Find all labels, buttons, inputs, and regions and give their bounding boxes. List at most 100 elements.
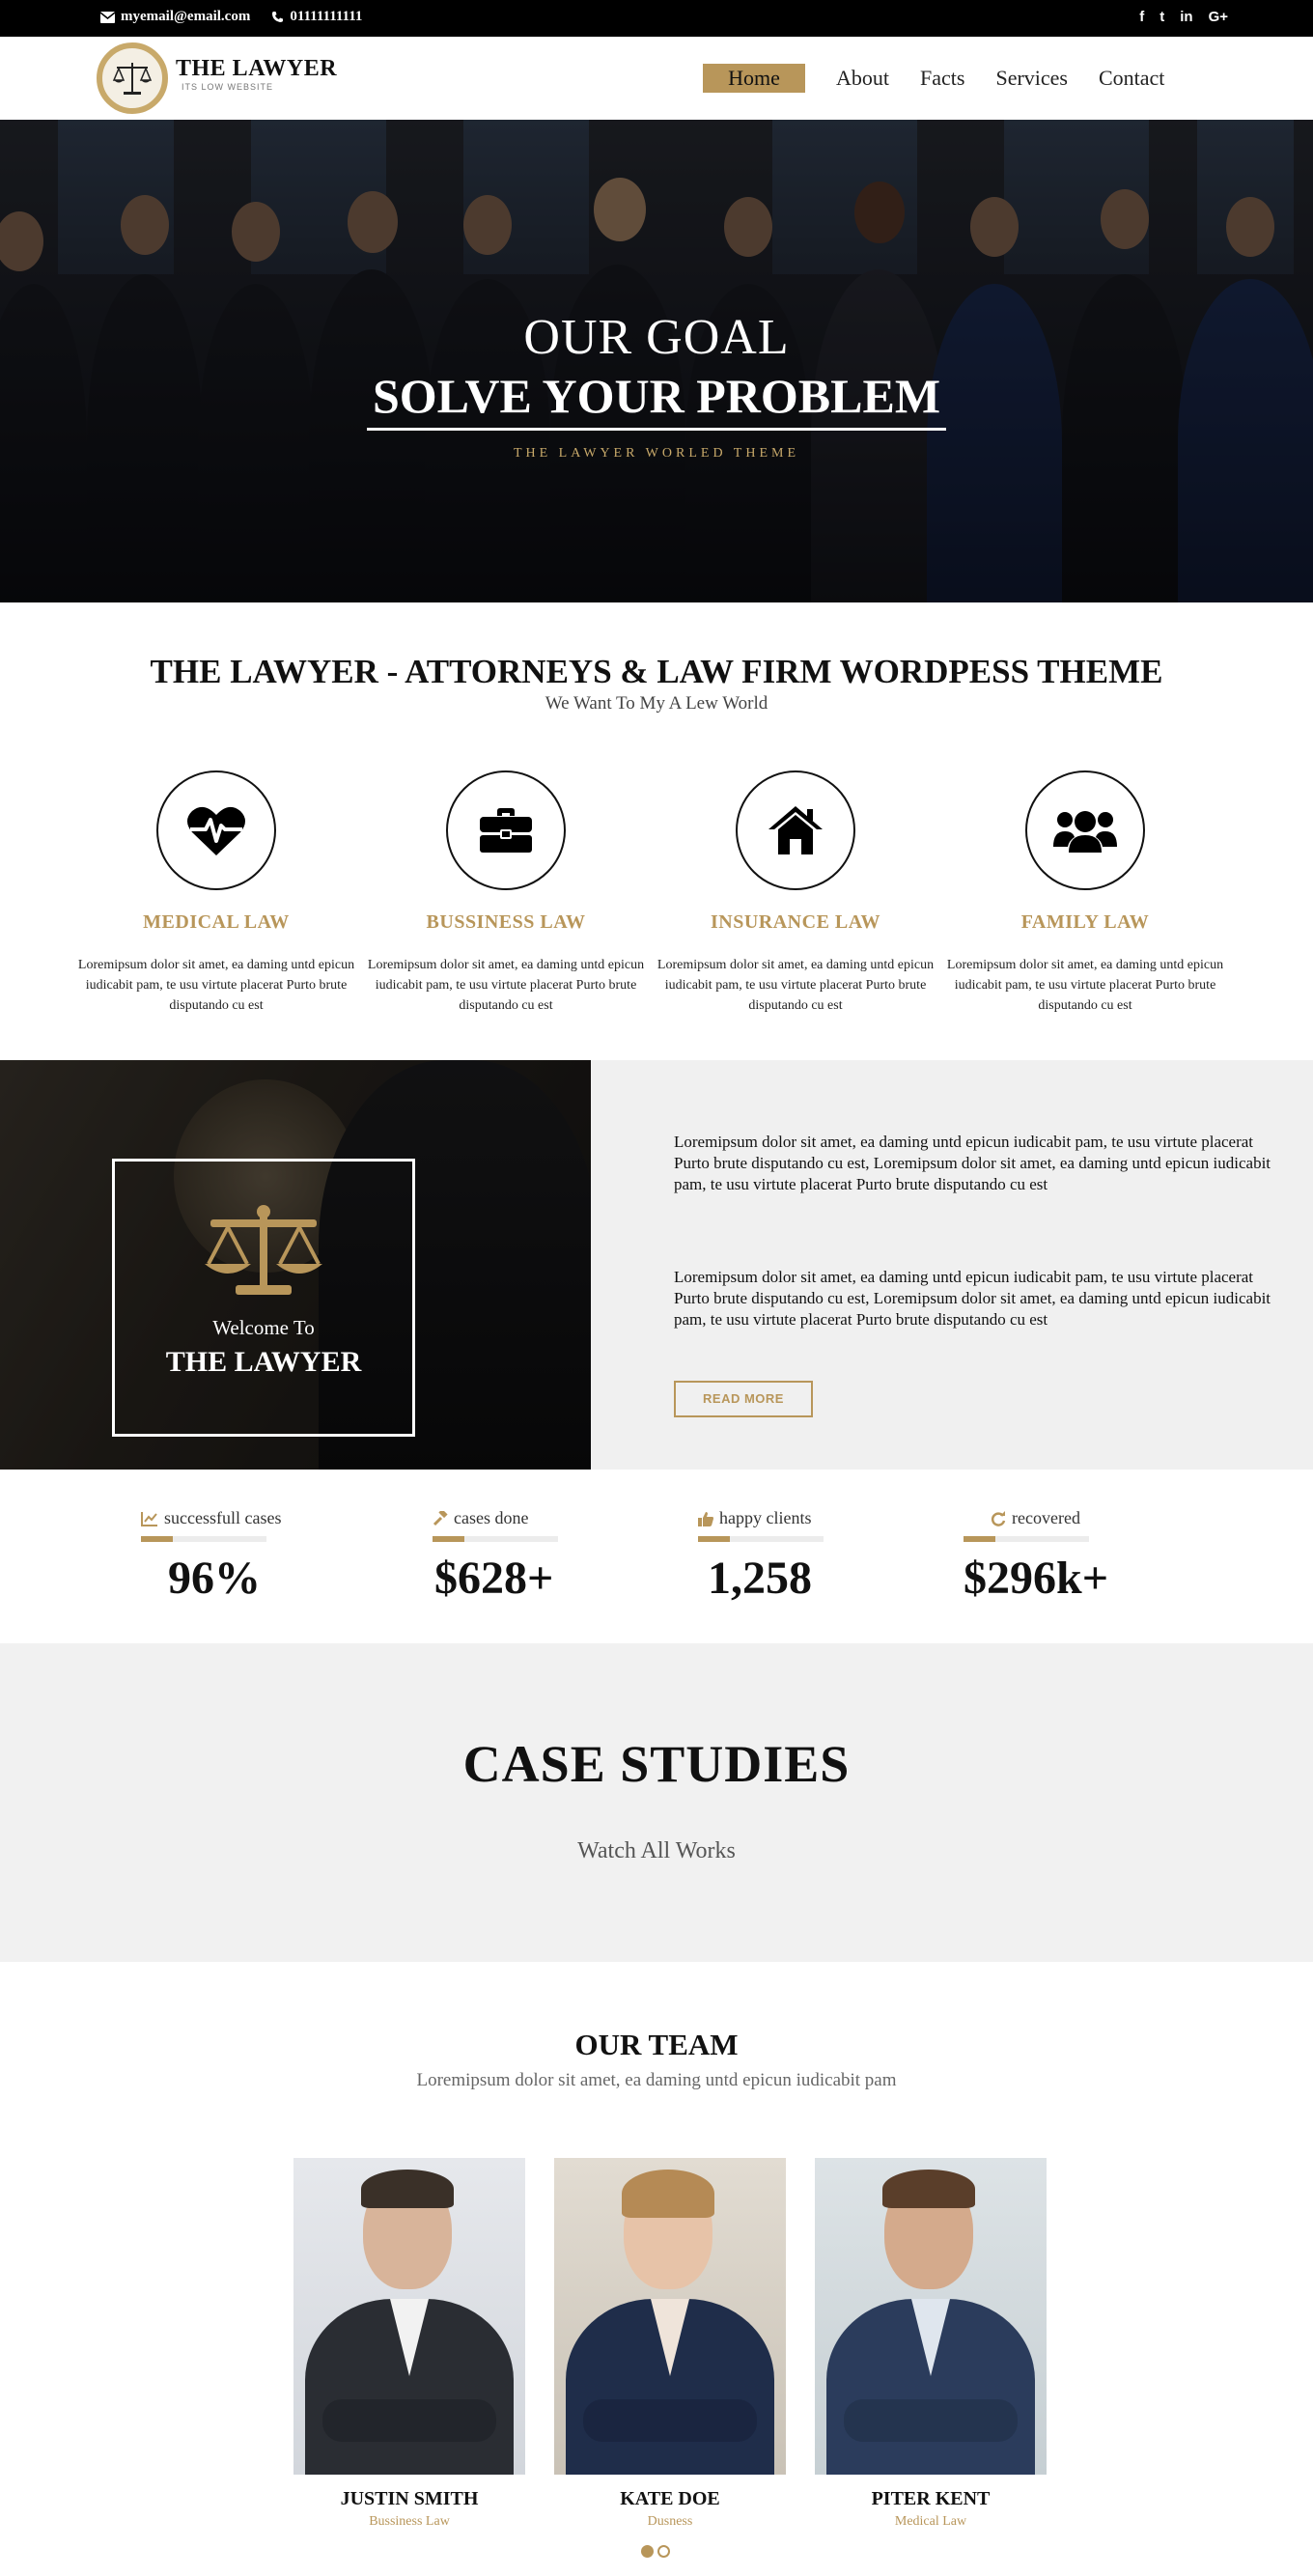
stat-label: recovered: [991, 1508, 1147, 1528]
stat-progress-fill: [698, 1536, 730, 1542]
stats-section: successfull cases 96% cases done $628+ h…: [0, 1470, 1313, 1643]
member-name: JUSTIN SMITH: [340, 2488, 479, 2509]
social-links: f t in G+: [1139, 9, 1228, 25]
member-photo: [293, 2158, 525, 2475]
phone-link[interactable]: 01111111111: [271, 9, 362, 25]
about-paragraph-2: Loremipsum dolor sit amet, ea daming unt…: [674, 1268, 1271, 1329]
nav-home[interactable]: Home: [703, 64, 805, 93]
service-card-family[interactable]: FAMILY LAW Loremipsum dolor sit amet, ea…: [940, 770, 1230, 1016]
stat-progress-fill: [141, 1536, 173, 1542]
about-image: Welcome To THE LAWYER: [0, 1060, 591, 1470]
brand-tagline: ITS LOW WEBSITE: [182, 82, 274, 92]
photo-arms: [322, 2399, 496, 2442]
photo-arms: [583, 2399, 757, 2442]
member-role: Medical Law: [894, 2514, 967, 2529]
services-row: MEDICAL LAW Loremipsum dolor sit amet, e…: [71, 770, 1243, 1016]
stat-value: $296k+: [964, 1553, 1109, 1604]
stat-progress-bar: [964, 1536, 1089, 1542]
team-member-card[interactable]: KATE DOE Dusness: [554, 2158, 786, 2530]
service-title: MEDICAL LAW: [143, 911, 290, 933]
nav-about[interactable]: About: [836, 66, 889, 91]
envelope-icon: [100, 11, 115, 23]
brand[interactable]: THE LAWYER ITS LOW WEBSITE: [176, 56, 337, 92]
member-role: Bussiness Law: [369, 2514, 450, 2529]
service-icon-circle: [156, 770, 276, 890]
service-text: Loremipsum dolor sit amet, ea daming unt…: [946, 958, 1224, 1013]
stat-happy-clients: happy clients 1,258: [698, 1508, 881, 1605]
member-photo: [554, 2158, 786, 2475]
nav-contact[interactable]: Contact: [1099, 66, 1164, 91]
stat-value: 1,258: [708, 1553, 812, 1604]
read-more-button[interactable]: READ MORE: [674, 1381, 813, 1417]
stat-label-text: successfull cases: [164, 1508, 282, 1527]
stat-successful-cases: successfull cases 96%: [141, 1508, 324, 1605]
google-plus-icon[interactable]: G+: [1209, 9, 1228, 25]
linkedin-icon[interactable]: in: [1180, 9, 1192, 25]
about-content: Loremipsum dolor sit amet, ea daming unt…: [591, 1060, 1313, 1470]
facebook-icon[interactable]: f: [1139, 9, 1144, 25]
contact-info: myemail@email.com 01111111111: [100, 9, 362, 25]
stat-label: successfull cases: [141, 1508, 324, 1528]
service-card-insurance[interactable]: INSURANCE LAW Loremipsum dolor sit amet,…: [651, 770, 940, 1016]
logo[interactable]: [97, 42, 168, 114]
carousel-dot[interactable]: [657, 2545, 670, 2558]
team-member-card[interactable]: JUSTIN SMITH Bussiness Law: [293, 2158, 525, 2530]
member-name: KATE DOE: [620, 2488, 720, 2509]
thumbs-up-icon: [698, 1511, 713, 1526]
stat-progress-bar: [141, 1536, 266, 1542]
site-header: THE LAWYER ITS LOW WEBSITE Home About Fa…: [0, 37, 1313, 120]
case-studies-title: CASE STUDIES: [462, 1735, 851, 1793]
team-member-card[interactable]: PITER KENT Medical Law: [815, 2158, 1047, 2530]
service-card-medical[interactable]: MEDICAL LAW Loremipsum dolor sit amet, e…: [71, 770, 361, 1016]
nav-facts[interactable]: Facts: [920, 66, 964, 91]
heartbeat-icon: [187, 806, 245, 855]
hero-line-1: OUR GOAL: [523, 310, 790, 365]
welcome-text: Welcome To: [212, 1316, 315, 1339]
gavel-icon: [433, 1510, 448, 1526]
carousel-dot[interactable]: [641, 2545, 654, 2558]
stat-label-text: cases done: [454, 1508, 529, 1527]
stat-progress-bar: [698, 1536, 824, 1542]
twitter-icon[interactable]: t: [1159, 9, 1164, 25]
email-link[interactable]: myemail@email.com: [100, 9, 250, 25]
nav-services[interactable]: Services: [995, 66, 1068, 91]
stat-cases-done: cases done $628+: [433, 1508, 616, 1605]
service-text: Loremipsum dolor sit amet, ea daming unt…: [656, 958, 935, 1013]
member-name: PITER KENT: [871, 2488, 991, 2509]
scales-icon: [112, 63, 153, 95]
stat-value: 96%: [168, 1553, 261, 1604]
watch-all-works-link[interactable]: Watch All Works: [0, 1838, 1313, 1864]
service-card-business[interactable]: BUSSINESS LAW Loremipsum dolor sit amet,…: [361, 770, 651, 1016]
intro-subtitle: We Want To My A Lew World: [545, 693, 768, 714]
service-title: INSURANCE LAW: [711, 911, 880, 933]
service-icon-circle: [736, 770, 855, 890]
briefcase-icon: [480, 808, 532, 853]
scales-icon: [205, 1205, 322, 1295]
service-icon-circle: [446, 770, 566, 890]
email-text: myemail@email.com: [121, 9, 251, 24]
stat-label-text: recovered: [1012, 1508, 1080, 1527]
case-studies-section: CASE STUDIES Watch All Works: [0, 1643, 1313, 1962]
refresh-icon: [991, 1510, 1006, 1526]
hero-line-3: THE LAWYER WORLED THEME: [513, 446, 800, 461]
member-photo: [815, 2158, 1047, 2475]
welcome-brand: THE LAWYER: [165, 1346, 362, 1378]
house-icon: [768, 806, 823, 854]
stat-progress-bar: [433, 1536, 558, 1542]
stat-progress-fill: [964, 1536, 995, 1542]
team-members: JUSTIN SMITH Bussiness Law KATE DOE Dusn…: [293, 2158, 1047, 2530]
stat-value: $628+: [434, 1553, 554, 1604]
service-text: Loremipsum dolor sit amet, ea daming unt…: [367, 958, 645, 1013]
carousel-dots: [641, 2545, 670, 2558]
service-text: Loremipsum dolor sit amet, ea daming unt…: [77, 958, 355, 1013]
main-nav: Home About Facts Services Contact: [703, 64, 1195, 93]
intro-section: THE LAWYER - ATTORNEYS & LAW FIRM WORDPE…: [0, 653, 1313, 714]
service-icon-circle: [1025, 770, 1145, 890]
photo-arms: [844, 2399, 1018, 2442]
phone-icon: [272, 12, 284, 22]
users-icon: [1053, 811, 1117, 853]
stat-label: cases done: [433, 1508, 616, 1528]
stat-label: happy clients: [698, 1508, 881, 1528]
intro-title: THE LAWYER - ATTORNEYS & LAW FIRM WORDPE…: [150, 653, 1163, 690]
hero-line-2: SOLVE YOUR PROBLEM: [366, 368, 947, 431]
